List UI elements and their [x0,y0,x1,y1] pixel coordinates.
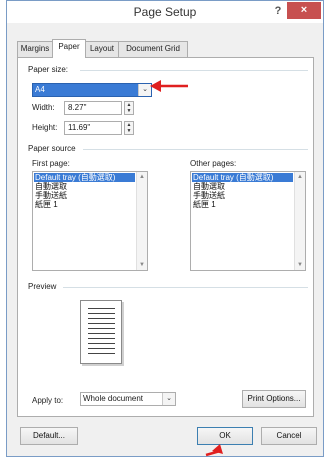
paper-size-value: A4 [35,85,45,94]
preview-divider [63,287,308,288]
list-item[interactable]: 自動選取 [193,182,225,191]
height-input[interactable]: 11.69" [64,121,122,135]
paper-source-divider [83,149,308,150]
paper-tab-panel: Paper size: A4 ⌄ Width: 8.27" ▲ ▼ Height… [17,57,314,417]
first-page-list[interactable]: Default tray (自動選取) 自動選取 手動送紙 紙匣 1 ▲ ▼ [32,171,148,271]
scroll-up-icon[interactable]: ▲ [295,172,305,182]
width-input[interactable]: 8.27" [64,101,122,115]
first-page-scrollbar[interactable]: ▲ ▼ [136,172,147,270]
list-item[interactable]: Default tray (自動選取) [192,173,293,182]
red-arrow-icon [205,444,223,457]
default-button[interactable]: Default... [20,427,78,445]
scroll-down-icon[interactable]: ▼ [137,260,147,270]
spin-down-icon[interactable]: ▼ [125,128,133,134]
height-spinner[interactable]: ▲ ▼ [124,121,134,135]
paper-size-divider [80,70,308,71]
width-label: Width: [32,103,55,112]
list-item[interactable]: 紙匣 1 [193,200,216,209]
scroll-up-icon[interactable]: ▲ [137,172,147,182]
other-pages-label: Other pages: [190,159,237,168]
paper-size-dropdown[interactable]: A4 ⌄ [32,83,152,97]
red-arrow-icon [150,80,188,92]
list-item[interactable]: 紙匣 1 [35,200,58,209]
first-page-label: First page: [32,159,70,168]
width-value: 8.27" [68,103,87,112]
height-label: Height: [32,123,58,132]
width-spinner[interactable]: ▲ ▼ [124,101,134,115]
cancel-button[interactable]: Cancel [261,427,317,445]
list-item[interactable]: Default tray (自動選取) [34,173,135,182]
apply-to-label: Apply to: [32,396,64,405]
tab-paper[interactable]: Paper [52,39,86,58]
help-button[interactable]: ? [271,4,285,18]
tab-margins[interactable]: Margins [17,41,53,57]
list-item[interactable]: 手動送紙 [193,191,225,200]
spin-down-icon[interactable]: ▼ [125,108,133,114]
other-pages-list[interactable]: Default tray (自動選取) 自動選取 手動送紙 紙匣 1 ▲ ▼ [190,171,306,271]
print-options-button[interactable]: Print Options... [242,390,306,408]
list-item[interactable]: 手動送紙 [35,191,67,200]
height-value: 11.69" [68,123,91,132]
close-button[interactable]: × [287,2,321,19]
title-bar: Page Setup ? × [7,1,323,23]
other-pages-scrollbar[interactable]: ▲ ▼ [294,172,305,270]
apply-to-value: Whole document [83,394,144,403]
list-item[interactable]: 自動選取 [35,182,67,191]
page-setup-dialog: Page Setup ? × Margins Paper Layout Docu… [6,0,324,457]
paper-size-label: Paper size: [28,65,69,74]
page-preview [80,300,122,364]
tab-document-grid[interactable]: Document Grid [118,41,188,57]
preview-label: Preview [28,282,57,291]
tab-layout[interactable]: Layout [85,41,119,57]
apply-to-dropdown[interactable]: Whole document ⌄ [80,392,176,406]
chevron-down-icon[interactable]: ⌄ [162,393,175,405]
scroll-down-icon[interactable]: ▼ [295,260,305,270]
paper-source-label: Paper source [28,144,76,153]
